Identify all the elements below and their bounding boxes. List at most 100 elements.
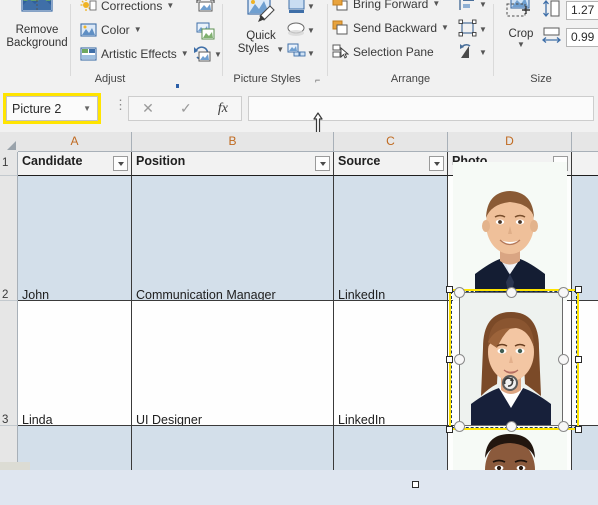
group-button[interactable] [458, 19, 477, 38]
picture-handle-bottom-left[interactable] [454, 421, 465, 432]
column-header-d[interactable]: D [448, 132, 572, 152]
cell-c3[interactable]: LinkedIn [334, 301, 448, 426]
group-chevron-down-icon[interactable]: ▼ [479, 25, 487, 34]
column-header-a[interactable]: A [18, 132, 132, 152]
shape-height-value: 1.27 [571, 3, 595, 17]
ribbon-group-adjust: Remove Background Corrections ▼ Color ▼ … [0, 0, 223, 88]
cell-c4[interactable] [334, 426, 448, 470]
selection-anchor-br[interactable] [575, 426, 582, 433]
color-icon [80, 22, 97, 38]
selection-anchor-mr[interactable] [575, 356, 582, 363]
chevron-down-icon[interactable]: ▼ [276, 45, 284, 54]
remove-background-button[interactable]: Remove Background [2, 0, 72, 50]
picture-border-button[interactable] [287, 0, 306, 15]
filter-button-position[interactable] [315, 156, 330, 171]
lower-anchor-handle[interactable] [412, 481, 419, 488]
cell-b1[interactable]: Position [132, 152, 334, 176]
selection-anchor-tr[interactable] [575, 286, 582, 293]
picture-effects-chevron-down-icon[interactable]: ▼ [307, 26, 315, 35]
formula-bar-grip[interactable]: ⋮ [114, 98, 127, 111]
crop-icon [498, 0, 544, 26]
cell-c2[interactable]: LinkedIn [334, 176, 448, 301]
column-header-b[interactable]: B [132, 132, 334, 152]
align-button[interactable] [458, 0, 477, 13]
picture-handle-top-right[interactable] [558, 287, 569, 298]
select-all-corner[interactable] [0, 132, 19, 153]
artistic-effects-button[interactable]: Artistic Effects ▼ [80, 44, 189, 64]
photo-john[interactable] [453, 162, 567, 302]
cell-a4[interactable] [18, 426, 132, 470]
cell-a2[interactable]: John [18, 176, 132, 301]
cell-b4[interactable] [132, 426, 334, 470]
picture-layout-button[interactable] [287, 43, 306, 62]
cell-e2[interactable] [572, 176, 598, 301]
chevron-down-icon[interactable]: ▼ [181, 50, 189, 58]
selection-anchor-ml[interactable] [446, 356, 453, 363]
selection-anchor-tl[interactable] [446, 286, 453, 293]
color-button[interactable]: Color ▼ [80, 20, 142, 40]
picture-handle-top-center[interactable] [506, 287, 517, 298]
selection-anchor-bl[interactable] [446, 426, 453, 433]
rotate-button[interactable] [458, 42, 477, 61]
compress-pictures-button[interactable] [196, 0, 215, 17]
bring-forward-button[interactable]: Bring Forward ▼ [332, 0, 440, 14]
photo-third[interactable] [453, 428, 567, 470]
crop-label: Crop [508, 28, 534, 40]
dialog-launcher-icon[interactable]: ⌐ [315, 75, 320, 85]
picture-handle-middle-right[interactable] [558, 354, 569, 365]
artistic-effects-icon [80, 46, 97, 62]
picture-handle-middle-left[interactable] [454, 354, 465, 365]
row-header-1[interactable]: 1 [0, 152, 18, 176]
column-header-e[interactable] [572, 132, 598, 152]
change-picture-button[interactable] [196, 22, 215, 41]
picture-handle-bottom-center[interactable] [506, 421, 517, 432]
chevron-down-icon[interactable]: ▼ [432, 0, 440, 8]
cell-b2[interactable]: Communication Manager [132, 176, 334, 301]
row-header-2[interactable]: 2 [0, 176, 18, 301]
cell-e1[interactable] [572, 152, 598, 176]
reset-picture-button[interactable] [193, 45, 212, 64]
rotation-handle[interactable] [502, 375, 518, 391]
shape-width-value: 0.99 [571, 30, 595, 44]
shape-width-input[interactable]: 0.99 [566, 28, 598, 47]
corrections-button[interactable]: Corrections ▼ [80, 0, 174, 16]
reset-picture-chevron-down-icon[interactable]: ▼ [214, 50, 222, 59]
align-chevron-down-icon[interactable]: ▼ [479, 0, 487, 9]
picture-handle-bottom-right[interactable] [558, 421, 569, 432]
formula-input[interactable] [248, 96, 594, 121]
filter-button-candidate[interactable] [113, 156, 128, 171]
remove-background-icon [2, 0, 72, 22]
filter-button-source[interactable] [429, 156, 444, 171]
chevron-down-icon[interactable]: ▼ [134, 26, 142, 34]
selection-pane-button[interactable]: Selection Pane [332, 42, 434, 62]
column-header-c[interactable]: C [334, 132, 448, 152]
cell-e3[interactable] [572, 301, 598, 426]
picture-effects-button[interactable] [287, 20, 306, 39]
quick-styles-button[interactable]: Quick Styles ▼ [233, 0, 289, 56]
crop-button[interactable]: Crop ▼ [498, 0, 544, 49]
chevron-down-icon[interactable]: ▼ [441, 24, 449, 32]
bring-forward-icon [332, 0, 349, 12]
cell-a2-value: John [22, 288, 50, 301]
quick-styles-icon [233, 0, 289, 28]
picture-layout-chevron-down-icon[interactable]: ▼ [307, 49, 315, 58]
chevron-down-icon[interactable]: ▼ [498, 41, 544, 49]
picture-handle-top-left[interactable] [454, 287, 465, 298]
row-header-3[interactable]: 3 [0, 301, 18, 426]
cell-b3[interactable]: UI Designer [132, 301, 334, 426]
rotate-chevron-down-icon[interactable]: ▼ [479, 48, 487, 57]
check-icon[interactable]: ✓ [180, 100, 192, 117]
send-backward-button[interactable]: Send Backward ▼ [332, 18, 449, 38]
cell-a3[interactable]: Linda [18, 301, 132, 426]
quick-styles-label-line2: Styles [237, 43, 270, 55]
worksheet-grid[interactable]: A B C D 1 2 3 Candidate Position Source … [0, 132, 598, 470]
chevron-down-icon[interactable]: ▼ [166, 2, 174, 10]
cancel-icon[interactable]: ✕ [142, 100, 154, 117]
corrections-label: Corrections [101, 0, 163, 13]
shape-height-input[interactable]: 1.27 [566, 1, 598, 20]
ribbon-group-size: Crop ▼ 1.27 0.99 Size [496, 0, 598, 88]
insert-function-icon[interactable]: fx [218, 101, 228, 117]
cell-c3-value: LinkedIn [338, 413, 386, 426]
remove-background-label-line1: Remove [15, 24, 59, 36]
picture-border-chevron-down-icon[interactable]: ▼ [307, 2, 315, 11]
